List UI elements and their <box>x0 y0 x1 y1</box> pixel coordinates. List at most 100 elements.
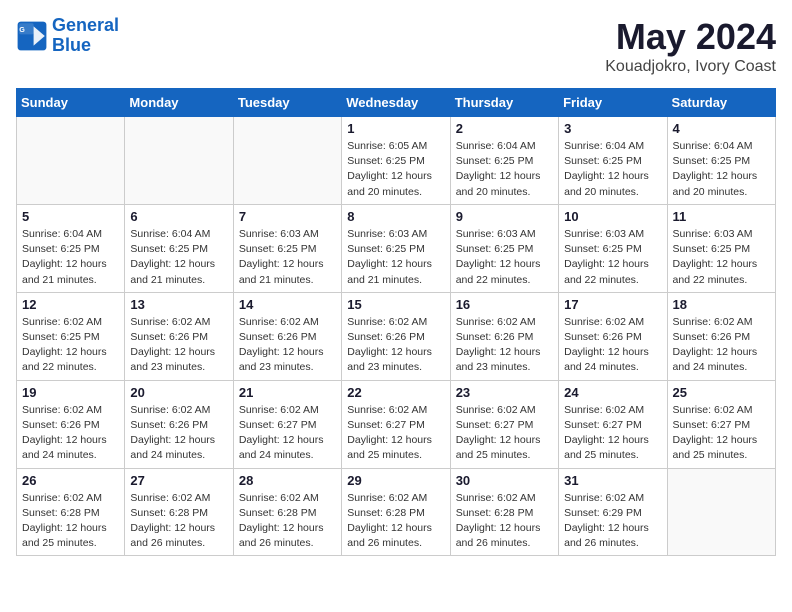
calendar-cell: 10 Sunrise: 6:03 AMSunset: 6:25 PMDayligh… <box>559 204 667 292</box>
day-number: 2 <box>456 121 553 136</box>
calendar-cell <box>125 117 233 205</box>
day-number: 22 <box>347 385 444 400</box>
day-info: Sunrise: 6:02 AMSunset: 6:26 PMDaylight:… <box>564 315 661 376</box>
day-number: 5 <box>22 209 119 224</box>
day-info: Sunrise: 6:04 AMSunset: 6:25 PMDaylight:… <box>564 139 661 200</box>
day-info: Sunrise: 6:02 AMSunset: 6:28 PMDaylight:… <box>130 491 227 552</box>
day-number: 7 <box>239 209 336 224</box>
day-info: Sunrise: 6:02 AMSunset: 6:26 PMDaylight:… <box>347 315 444 376</box>
day-number: 1 <box>347 121 444 136</box>
day-number: 20 <box>130 385 227 400</box>
day-info: Sunrise: 6:02 AMSunset: 6:28 PMDaylight:… <box>456 491 553 552</box>
weekday-header: Saturday <box>667 89 775 117</box>
calendar-cell <box>667 468 775 556</box>
day-number: 24 <box>564 385 661 400</box>
calendar-cell: 9 Sunrise: 6:03 AMSunset: 6:25 PMDaylight… <box>450 204 558 292</box>
calendar-cell: 17Sunrise: 6:02 AMSunset: 6:26 PMDayligh… <box>559 292 667 380</box>
calendar-cell <box>233 117 341 205</box>
calendar-cell: 15 Sunrise: 6:02 AMSunset: 6:26 PMDayligh… <box>342 292 450 380</box>
day-info: Sunrise: 6:02 AMSunset: 6:26 PMDaylight:… <box>456 315 553 376</box>
day-number: 29 <box>347 473 444 488</box>
weekday-header: Thursday <box>450 89 558 117</box>
calendar-cell: 28Sunrise: 6:02 AMSunset: 6:28 PMDayligh… <box>233 468 341 556</box>
calendar-cell: 25 Sunrise: 6:02 AMSunset: 6:27 PMDayligh… <box>667 380 775 468</box>
calendar-cell: 8 Sunrise: 6:03 AMSunset: 6:25 PMDaylight… <box>342 204 450 292</box>
calendar-cell: 30 Sunrise: 6:02 AMSunset: 6:28 PMDayligh… <box>450 468 558 556</box>
calendar-cell: 11Sunrise: 6:03 AMSunset: 6:25 PMDayligh… <box>667 204 775 292</box>
day-info: Sunrise: 6:02 AMSunset: 6:28 PMDaylight:… <box>22 491 119 552</box>
day-info: Sunrise: 6:02 AMSunset: 6:26 PMDaylight:… <box>130 315 227 376</box>
calendar-cell: 2 Sunrise: 6:04 AMSunset: 6:25 PMDaylight… <box>450 117 558 205</box>
calendar-week-row: 26Sunrise: 6:02 AMSunset: 6:28 PMDayligh… <box>17 468 776 556</box>
location-subtitle: Kouadjokro, Ivory Coast <box>605 58 776 76</box>
day-number: 12 <box>22 297 119 312</box>
day-number: 27 <box>130 473 227 488</box>
calendar-cell: 4Sunrise: 6:04 AMSunset: 6:25 PMDaylight… <box>667 117 775 205</box>
calendar-cell: 27 Sunrise: 6:02 AMSunset: 6:28 PMDayligh… <box>125 468 233 556</box>
day-info: Sunrise: 6:04 AMSunset: 6:25 PMDaylight:… <box>130 227 227 288</box>
weekday-header: Monday <box>125 89 233 117</box>
calendar-cell: 19Sunrise: 6:02 AMSunset: 6:26 PMDayligh… <box>17 380 125 468</box>
calendar-week-row: 1 Sunrise: 6:05 AMSunset: 6:25 PMDaylight… <box>17 117 776 205</box>
day-info: Sunrise: 6:03 AMSunset: 6:25 PMDaylight:… <box>239 227 336 288</box>
day-number: 14 <box>239 297 336 312</box>
day-info: Sunrise: 6:03 AMSunset: 6:25 PMDaylight:… <box>456 227 553 288</box>
calendar-cell: 5Sunrise: 6:04 AMSunset: 6:25 PMDaylight… <box>17 204 125 292</box>
calendar-week-row: 5 Sunrise: 6:04 AMSunset: 6:25 PMDaylight… <box>17 204 776 292</box>
day-info: Sunrise: 6:02 AMSunset: 6:26 PMDaylight:… <box>239 315 336 376</box>
day-info: Sunrise: 6:02 AMSunset: 6:27 PMDaylight:… <box>347 403 444 464</box>
calendar-cell: 6Sunrise: 6:04 AMSunset: 6:25 PMDaylight… <box>125 204 233 292</box>
page-header: G General Blue May 2024 Kouadjokro, Ivor… <box>16 16 776 76</box>
day-number: 16 <box>456 297 553 312</box>
calendar-cell: 7 Sunrise: 6:03 AMSunset: 6:25 PMDaylight… <box>233 204 341 292</box>
calendar-cell: 18Sunrise: 6:02 AMSunset: 6:26 PMDayligh… <box>667 292 775 380</box>
day-info: Sunrise: 6:03 AMSunset: 6:25 PMDaylight:… <box>347 227 444 288</box>
day-number: 13 <box>130 297 227 312</box>
day-info: Sunrise: 6:05 AMSunset: 6:25 PMDaylight:… <box>347 139 444 200</box>
day-info: Sunrise: 6:04 AMSunset: 6:25 PMDaylight:… <box>456 139 553 200</box>
svg-text:G: G <box>19 25 25 34</box>
logo: G General Blue <box>16 16 119 56</box>
day-number: 23 <box>456 385 553 400</box>
day-info: Sunrise: 6:02 AMSunset: 6:27 PMDaylight:… <box>456 403 553 464</box>
calendar-cell: 31 Sunrise: 6:02 AMSunset: 6:29 PMDayligh… <box>559 468 667 556</box>
weekday-header: Tuesday <box>233 89 341 117</box>
calendar-table: SundayMondayTuesdayWednesdayThursdayFrid… <box>16 88 776 556</box>
calendar-cell: 29 Sunrise: 6:02 AMSunset: 6:28 PMDayligh… <box>342 468 450 556</box>
calendar-cell: 12 Sunrise: 6:02 AMSunset: 6:25 PMDayligh… <box>17 292 125 380</box>
calendar-cell: 3 Sunrise: 6:04 AMSunset: 6:25 PMDaylight… <box>559 117 667 205</box>
day-info: Sunrise: 6:04 AMSunset: 6:25 PMDaylight:… <box>673 139 770 200</box>
day-info: Sunrise: 6:02 AMSunset: 6:25 PMDaylight:… <box>22 315 119 376</box>
day-number: 11 <box>673 209 770 224</box>
day-number: 3 <box>564 121 661 136</box>
day-info: Sunrise: 6:02 AMSunset: 6:28 PMDaylight:… <box>347 491 444 552</box>
title-block: May 2024 Kouadjokro, Ivory Coast <box>605 16 776 76</box>
logo-icon: G <box>16 20 48 52</box>
day-info: Sunrise: 6:02 AMSunset: 6:26 PMDaylight:… <box>130 403 227 464</box>
weekday-header: Friday <box>559 89 667 117</box>
day-info: Sunrise: 6:02 AMSunset: 6:27 PMDaylight:… <box>239 403 336 464</box>
calendar-week-row: 19Sunrise: 6:02 AMSunset: 6:26 PMDayligh… <box>17 380 776 468</box>
day-number: 31 <box>564 473 661 488</box>
day-info: Sunrise: 6:02 AMSunset: 6:27 PMDaylight:… <box>673 403 770 464</box>
day-number: 30 <box>456 473 553 488</box>
weekday-header-row: SundayMondayTuesdayWednesdayThursdayFrid… <box>17 89 776 117</box>
day-number: 9 <box>456 209 553 224</box>
calendar-cell: 14 Sunrise: 6:02 AMSunset: 6:26 PMDayligh… <box>233 292 341 380</box>
calendar-cell: 20 Sunrise: 6:02 AMSunset: 6:26 PMDayligh… <box>125 380 233 468</box>
day-number: 15 <box>347 297 444 312</box>
calendar-cell: 26Sunrise: 6:02 AMSunset: 6:28 PMDayligh… <box>17 468 125 556</box>
calendar-cell: 23 Sunrise: 6:02 AMSunset: 6:27 PMDayligh… <box>450 380 558 468</box>
calendar-cell: 21Sunrise: 6:02 AMSunset: 6:27 PMDayligh… <box>233 380 341 468</box>
day-number: 25 <box>673 385 770 400</box>
day-number: 28 <box>239 473 336 488</box>
day-info: Sunrise: 6:02 AMSunset: 6:29 PMDaylight:… <box>564 491 661 552</box>
day-info: Sunrise: 6:02 AMSunset: 6:26 PMDaylight:… <box>22 403 119 464</box>
day-info: Sunrise: 6:03 AMSunset: 6:25 PMDaylight:… <box>564 227 661 288</box>
weekday-header: Sunday <box>17 89 125 117</box>
calendar-cell <box>17 117 125 205</box>
calendar-cell: 22 Sunrise: 6:02 AMSunset: 6:27 PMDayligh… <box>342 380 450 468</box>
day-number: 8 <box>347 209 444 224</box>
calendar-cell: 1 Sunrise: 6:05 AMSunset: 6:25 PMDaylight… <box>342 117 450 205</box>
day-number: 10 <box>564 209 661 224</box>
